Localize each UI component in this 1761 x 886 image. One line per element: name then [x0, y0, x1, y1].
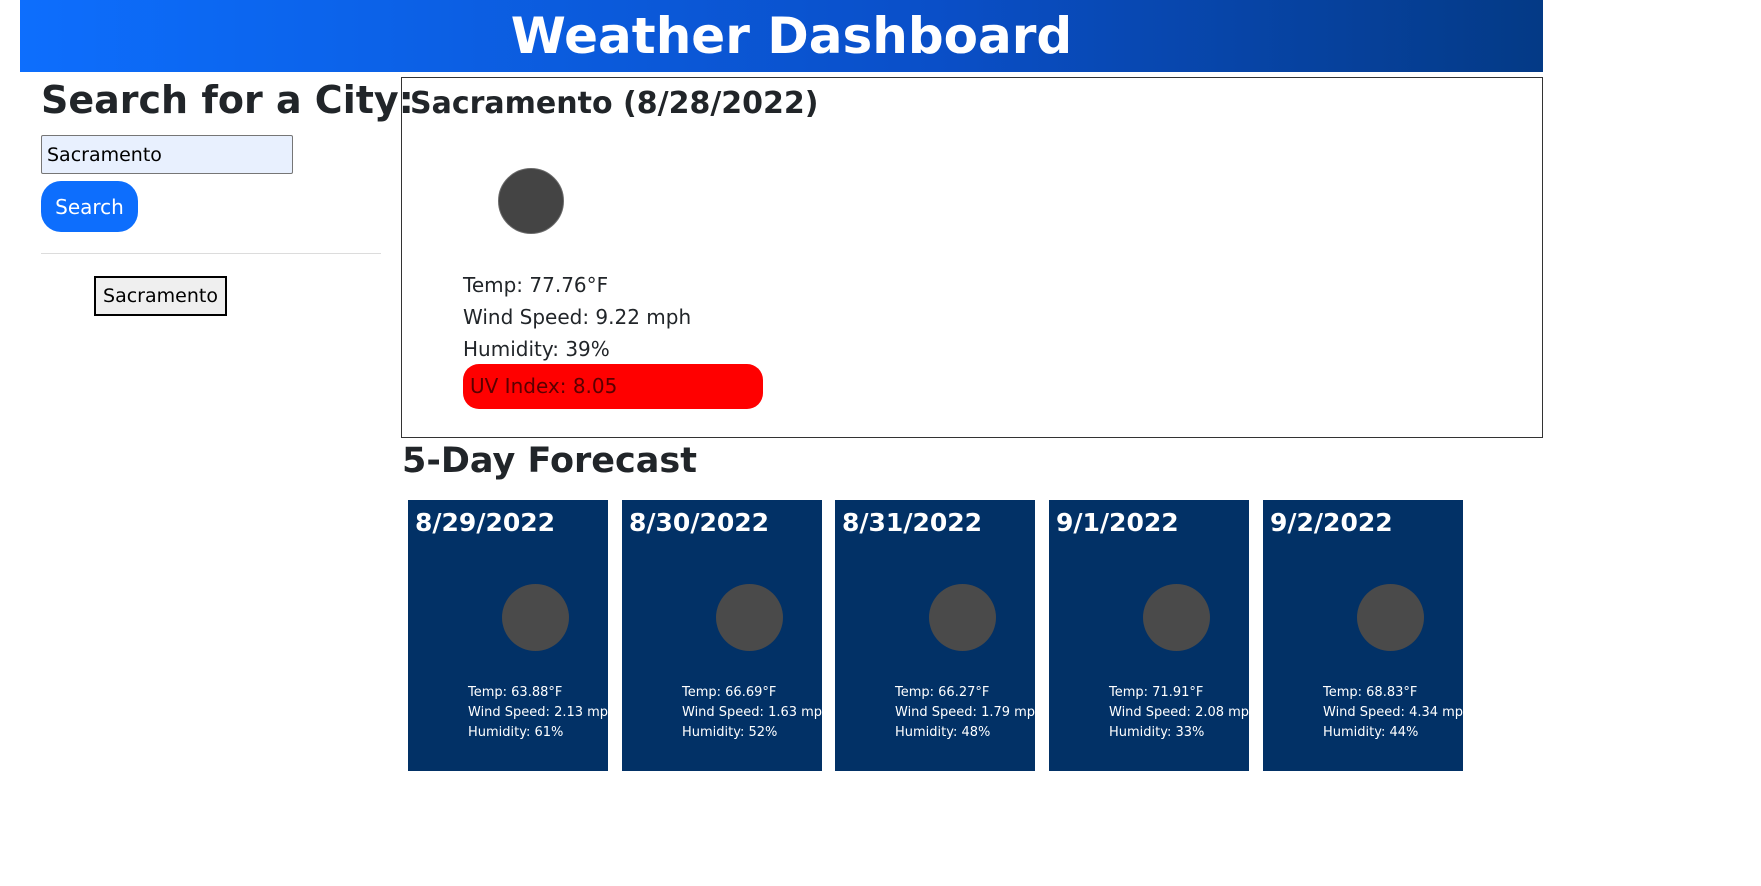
forecast-humidity: Humidity: 48%	[895, 725, 991, 740]
forecast-wind: Wind Speed: 2.13 mph	[468, 705, 617, 720]
forecast-card: 9/2/2022 Temp: 68.83°F Wind Speed: 4.34 …	[1263, 500, 1471, 771]
forecast-temp: Temp: 71.91°F	[1109, 685, 1204, 700]
search-heading: Search for a City:	[41, 78, 414, 122]
forecast-date: 8/29/2022	[415, 508, 556, 537]
forecast-temp: Temp: 66.27°F	[895, 685, 990, 700]
forecast-humidity: Humidity: 52%	[682, 725, 778, 740]
forecast-date: 9/2/2022	[1270, 508, 1393, 537]
forecast-date: 8/31/2022	[842, 508, 983, 537]
uv-index-badge: UV Index: 8.05	[463, 364, 763, 409]
current-weather-panel: Sacramento (8/28/2022) Temp: 77.76°F Win…	[401, 77, 1543, 438]
forecast-wind: Wind Speed: 4.34 mph	[1323, 705, 1472, 720]
forecast-card: 9/1/2022 Temp: 71.91°F Wind Speed: 2.08 …	[1049, 500, 1257, 771]
forecast-wind: Wind Speed: 2.08 mph	[1109, 705, 1258, 720]
weather-icon	[716, 584, 783, 651]
forecast-temp: Temp: 68.83°F	[1323, 685, 1418, 700]
forecast-date: 8/30/2022	[629, 508, 770, 537]
forecast-wind: Wind Speed: 1.63 mph	[682, 705, 831, 720]
weather-icon	[929, 584, 996, 651]
forecast-wind: Wind Speed: 1.79 mph	[895, 705, 1044, 720]
weather-icon	[502, 584, 569, 651]
forecast-humidity: Humidity: 33%	[1109, 725, 1205, 740]
search-button[interactable]: Search	[41, 181, 138, 232]
current-temp: Temp: 77.76°F	[463, 273, 609, 297]
current-humidity: Humidity: 39%	[463, 337, 610, 361]
forecast-card: 8/30/2022 Temp: 66.69°F Wind Speed: 1.63…	[622, 500, 830, 771]
weather-icon	[498, 168, 564, 234]
current-wind: Wind Speed: 9.22 mph	[463, 305, 692, 329]
forecast-humidity: Humidity: 61%	[468, 725, 564, 740]
history-city-button[interactable]: Sacramento	[94, 276, 227, 316]
forecast-card: 8/31/2022 Temp: 66.27°F Wind Speed: 1.79…	[835, 500, 1043, 771]
forecast-date: 9/1/2022	[1056, 508, 1179, 537]
forecast-temp: Temp: 66.69°F	[682, 685, 777, 700]
city-search-input[interactable]	[41, 135, 293, 174]
weather-icon	[1143, 584, 1210, 651]
forecast-heading: 5-Day Forecast	[402, 441, 697, 481]
forecast-humidity: Humidity: 44%	[1323, 725, 1419, 740]
page-title: Weather Dashboard	[510, 7, 1073, 65]
weather-icon	[1357, 584, 1424, 651]
sidebar-divider	[41, 253, 381, 254]
current-city-title: Sacramento (8/28/2022)	[410, 86, 819, 121]
forecast-temp: Temp: 63.88°F	[468, 685, 563, 700]
app-header: Weather Dashboard	[20, 0, 1543, 72]
forecast-card: 8/29/2022 Temp: 63.88°F Wind Speed: 2.13…	[408, 500, 616, 771]
